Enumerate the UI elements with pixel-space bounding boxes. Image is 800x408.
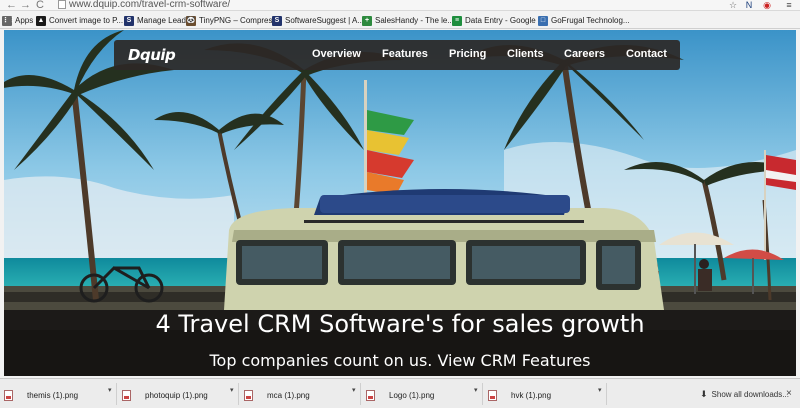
extension-record-icon[interactable]: ◉ [762, 0, 772, 10]
page-icon [58, 0, 66, 9]
download-filename: themis (1).png [27, 390, 79, 400]
bookmark-gofrugal[interactable]: □ GoFrugal Technolog... [538, 14, 630, 27]
bookmark-star-icon[interactable]: ☆ [728, 0, 738, 10]
hero-title: 4 Travel CRM Software's for sales growth [155, 310, 645, 338]
download-filename: photoquip (1).png [145, 390, 208, 400]
download-item[interactable]: mca (1).png [244, 385, 310, 405]
download-menu-chevron-icon[interactable]: ▾ [108, 386, 112, 394]
png-file-icon [366, 389, 375, 401]
sheets-icon: ≡ [452, 15, 462, 26]
bookmark-tinypng[interactable]: 🐼 TinyPNG – Compres... [186, 14, 279, 27]
download-item[interactable]: photoquip (1).png [122, 385, 208, 405]
download-filename: Logo (1).png [389, 390, 435, 400]
divider [482, 383, 483, 405]
bookmark-label: SalesHandy - The le... [375, 16, 455, 25]
nav-features[interactable]: Features [382, 48, 428, 60]
bookmark-manage[interactable]: S Manage Lead [124, 14, 186, 27]
show-all-downloads-link[interactable]: ⬇ Show all downloads... [700, 389, 789, 400]
png-file-icon [244, 389, 253, 401]
nav-pricing[interactable]: Pricing [449, 48, 486, 60]
download-menu-chevron-icon[interactable]: ▾ [352, 386, 356, 394]
nav-overview[interactable]: Overview [312, 48, 361, 60]
bookmark-label: Data Entry - Google ... [465, 16, 545, 25]
download-menu-chevron-icon[interactable]: ▾ [230, 386, 234, 394]
bookmark-label: Convert image to P... [49, 16, 124, 25]
site-logo[interactable]: Dquip [128, 46, 176, 64]
saleshandy-icon: + [362, 15, 372, 26]
bookmark-label: Manage Lead [137, 16, 186, 25]
convert-icon: ▲ [36, 15, 46, 26]
nav-clients[interactable]: Clients [507, 48, 544, 60]
download-item[interactable]: themis (1).png [4, 385, 78, 405]
download-item[interactable]: hvk (1).png [488, 385, 551, 405]
manage-icon: S [124, 15, 134, 26]
downloads-bar: ⬇ Show all downloads... × themis (1).png… [0, 378, 800, 408]
bookmark-sheets[interactable]: ≡ Data Entry - Google ... [452, 14, 545, 27]
bookmark-softwaresuggest[interactable]: S SoftwareSuggest | A... [272, 14, 364, 27]
divider [360, 383, 361, 405]
apps-icon: ⋮⋮ [2, 15, 16, 26]
close-downloads-icon[interactable]: × [786, 388, 792, 399]
divider [116, 383, 117, 405]
nav-contact[interactable]: Contact [626, 48, 667, 60]
bookmark-label: SoftwareSuggest | A... [285, 16, 365, 25]
png-file-icon [4, 389, 13, 401]
url-field[interactable]: www.dquip.com/travel-crm-software/ [69, 0, 230, 10]
hero-subtitle[interactable]: Top companies count on us. View CRM Feat… [4, 351, 796, 370]
bookmark-apps[interactable]: ⋮⋮ Apps [2, 14, 33, 27]
download-item[interactable]: Logo (1).png [366, 385, 434, 405]
bookmark-label: Apps [15, 16, 34, 25]
menu-icon[interactable]: ≡ [784, 0, 794, 10]
show-all-label: Show all downloads... [711, 390, 789, 399]
bookmark-saleshandy[interactable]: + SalesHandy - The le... [362, 14, 454, 27]
bookmarks-bar: ⋮⋮ Apps ▲ Convert image to P... S Manage Lead… [0, 11, 800, 29]
download-filename: hvk (1).png [511, 390, 552, 400]
bookmark-convert[interactable]: ▲ Convert image to P... [36, 14, 123, 27]
softwaresuggest-icon: S [272, 15, 282, 26]
gofrugal-icon: □ [538, 15, 548, 26]
web-page: Dquip Overview Features Pricing Clients … [4, 30, 796, 376]
divider [238, 383, 239, 405]
reload-button[interactable]: C [36, 0, 44, 11]
png-file-icon [488, 389, 497, 401]
extension-n-icon[interactable]: N [744, 0, 754, 10]
png-file-icon [122, 389, 131, 401]
bookmark-label: GoFrugal Technolog... [551, 16, 630, 25]
download-menu-chevron-icon[interactable]: ▾ [474, 386, 478, 394]
download-icon: ⬇ [700, 389, 708, 399]
address-bar: ← → C www.dquip.com/travel-crm-software/… [0, 0, 800, 11]
download-menu-chevron-icon[interactable]: ▾ [598, 386, 602, 394]
forward-button[interactable]: → [20, 0, 31, 11]
site-navbar: Dquip Overview Features Pricing Clients … [114, 40, 680, 70]
download-filename: mca (1).png [267, 390, 310, 400]
nav-careers[interactable]: Careers [564, 48, 605, 60]
back-button[interactable]: ← [6, 0, 17, 11]
bookmark-label: TinyPNG – Compres... [199, 16, 280, 25]
divider [606, 383, 607, 405]
tinypng-icon: 🐼 [186, 15, 196, 26]
